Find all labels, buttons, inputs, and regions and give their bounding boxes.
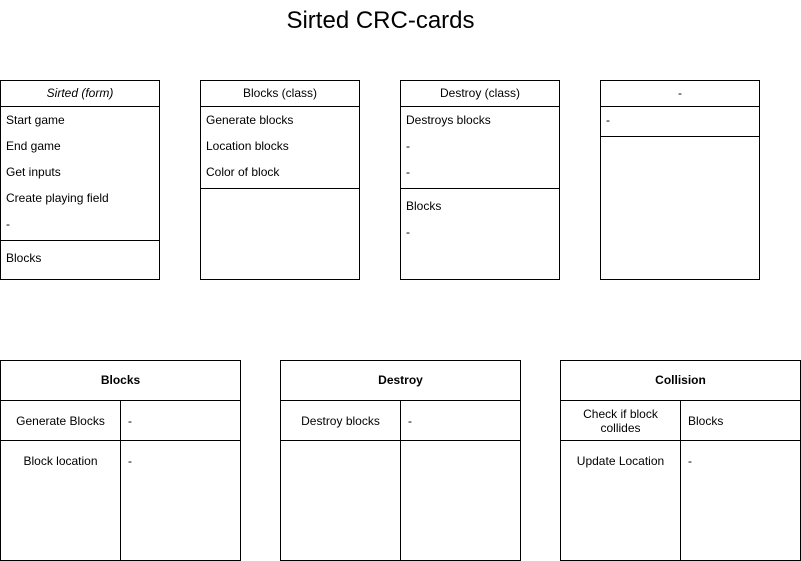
responsibility: -	[606, 113, 610, 127]
responsibility-cell: Block location	[1, 441, 121, 560]
diagram-title: Sirted CRC-cards	[286, 7, 475, 34]
responsibility: Get inputs	[6, 165, 61, 179]
card-header: Destroy (class)	[401, 81, 559, 107]
table-row	[281, 441, 520, 560]
table-header: Blocks	[1, 361, 240, 401]
crc-table-blocks: Blocks Generate Blocks - Block location …	[0, 360, 241, 561]
crc-card-blocks: Blocks (class) Generate blocks Location …	[200, 80, 360, 280]
responsibilities-section: Destroys blocks - -	[401, 107, 559, 189]
responsibility: End game	[6, 139, 61, 153]
responsibility-cell	[281, 441, 401, 560]
responsibility: Start game	[6, 113, 65, 127]
collaborator-cell: -	[688, 454, 692, 468]
table-row: Check if block collides Blocks	[561, 401, 800, 441]
crc-card-empty: - -	[600, 80, 760, 280]
collaborators-section: Blocks -	[401, 189, 559, 245]
responsibility: -	[6, 217, 10, 231]
responsibility: Destroys blocks	[406, 113, 491, 127]
responsibilities-section: Generate blocks Location blocks Color of…	[201, 107, 359, 189]
collaborators-section: Blocks	[1, 241, 159, 271]
collaborator: Blocks	[406, 199, 442, 213]
responsibilities-section: Start game End game Get inputs Create pl…	[1, 107, 159, 241]
card-header: Blocks (class)	[201, 81, 359, 107]
card-header: Sirted (form)	[1, 81, 159, 107]
collaborator: Blocks	[6, 251, 42, 265]
table-row: Block location -	[1, 441, 240, 560]
responsibility: -	[406, 139, 410, 153]
table-row: Update Location -	[561, 441, 800, 560]
card-header: -	[601, 81, 759, 107]
responsibility-cell: Destroy blocks	[281, 401, 401, 440]
collaborator-cell: -	[128, 413, 132, 428]
crc-table-collision: Collision Check if block collides Blocks…	[560, 360, 801, 561]
collaborator: -	[406, 225, 410, 239]
table-row: Destroy blocks -	[281, 401, 520, 441]
responsibility: Generate blocks	[206, 113, 294, 127]
table-row: Generate Blocks -	[1, 401, 240, 441]
table-header: Collision	[561, 361, 800, 401]
collaborator-cell: -	[128, 454, 132, 468]
table-header: Destroy	[281, 361, 520, 401]
responsibilities-section: -	[601, 107, 759, 137]
crc-table-destroy: Destroy Destroy blocks -	[280, 360, 521, 561]
responsibility-cell: Update Location	[561, 441, 681, 560]
collaborator-cell	[401, 441, 520, 560]
responsibility: Create playing field	[6, 191, 109, 205]
responsibility: Color of block	[206, 165, 280, 179]
responsibility: -	[406, 165, 410, 179]
collaborator-cell: -	[408, 413, 412, 428]
crc-card-destroy: Destroy (class) Destroys blocks - - Bloc…	[400, 80, 560, 280]
responsibility: Location blocks	[206, 139, 289, 153]
responsibility-cell: Generate Blocks	[1, 401, 121, 440]
responsibility-cell: Check if block collides	[561, 401, 681, 440]
collaborator-cell: Blocks	[688, 413, 724, 428]
crc-card-sirted: Sirted (form) Start game End game Get in…	[0, 80, 160, 280]
